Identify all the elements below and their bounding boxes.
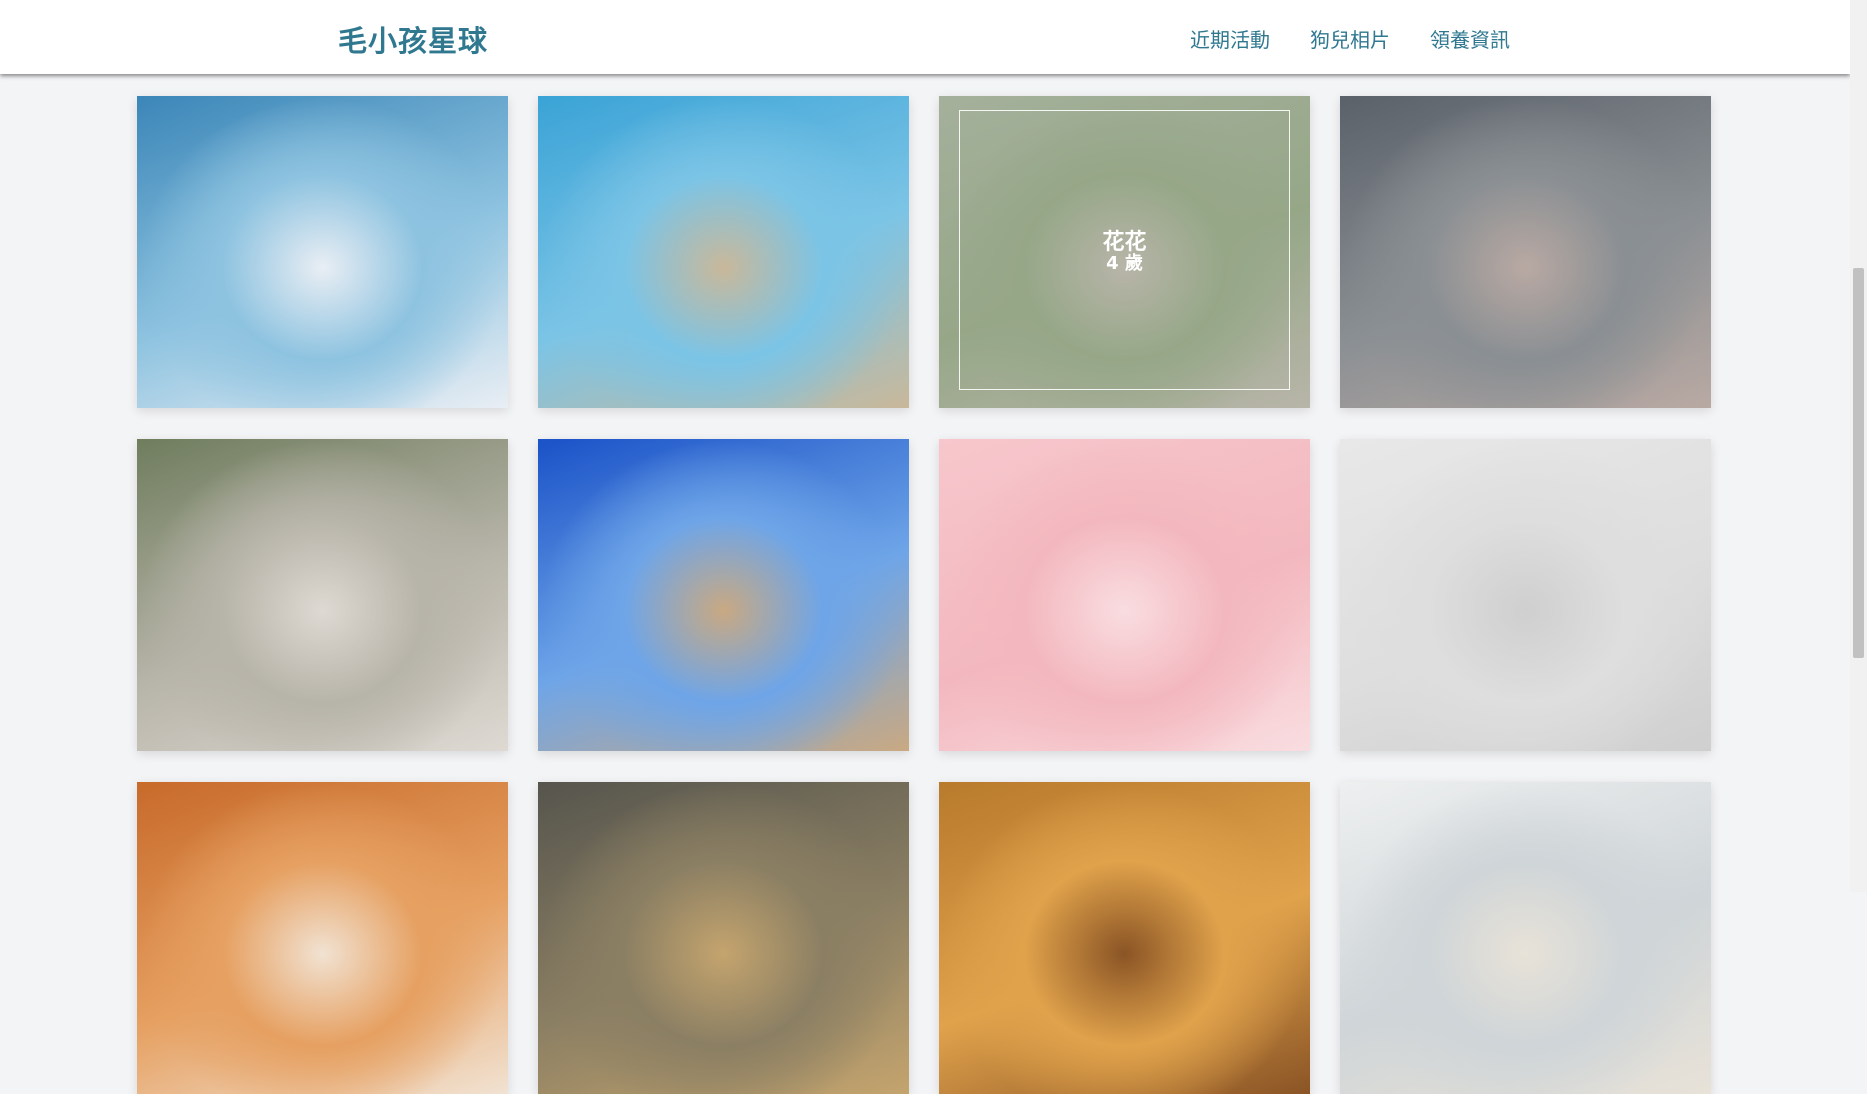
dog-photo-card[interactable] (538, 96, 909, 408)
dog-photo-card[interactable] (137, 782, 508, 1094)
border-collie-photo (137, 96, 508, 408)
dog-photo-card[interactable] (538, 439, 909, 751)
dog-photo-card[interactable] (137, 96, 508, 408)
golden-retriever-photo (137, 439, 508, 751)
pug-party-hat-photo (939, 439, 1310, 751)
dog-photo-card[interactable] (538, 782, 909, 1094)
vertical-scrollbar[interactable] (1850, 0, 1867, 892)
dog-photo-card[interactable] (939, 782, 1310, 1094)
dog-photo-card[interactable] (1340, 439, 1711, 751)
pet-age: 4 歲 (1106, 253, 1143, 274)
border-collie-closeup-photo (1340, 96, 1711, 408)
corgi-on-beach-photo (538, 439, 909, 751)
nav-link-adoption-info[interactable]: 領養資訊 (1430, 24, 1510, 53)
brand-logo[interactable]: 毛小孩星球 (338, 18, 488, 60)
dog-with-sunglasses-photo (538, 96, 909, 408)
nav-links: 近期活動 狗兒相片 領養資訊 (1190, 24, 1550, 53)
nav-link-dog-photos[interactable]: 狗兒相片 (1310, 24, 1390, 53)
chihuahua-photo (1340, 782, 1711, 1094)
scrollbar-thumb[interactable] (1853, 268, 1864, 658)
nav-link-events[interactable]: 近期活動 (1190, 24, 1270, 53)
pug-unicorn-costume-photo (1340, 439, 1711, 751)
top-navbar: 毛小孩星球 近期活動 狗兒相片 領養資訊 (0, 0, 1850, 74)
dog-photo-card[interactable] (1340, 782, 1711, 1094)
dog-on-stairs-photo (939, 782, 1310, 1094)
hover-overlay: 花花 4 歲 (939, 96, 1310, 408)
dog-photo-card[interactable] (1340, 96, 1711, 408)
dog-photo-card[interactable] (137, 439, 508, 751)
dog-in-tunnel-photo (538, 782, 909, 1094)
dog-photo-card-hovered[interactable]: 花花 4 歲 (939, 96, 1310, 408)
dog-photo-card[interactable] (939, 439, 1310, 751)
chow-chow-photo (137, 782, 508, 1094)
